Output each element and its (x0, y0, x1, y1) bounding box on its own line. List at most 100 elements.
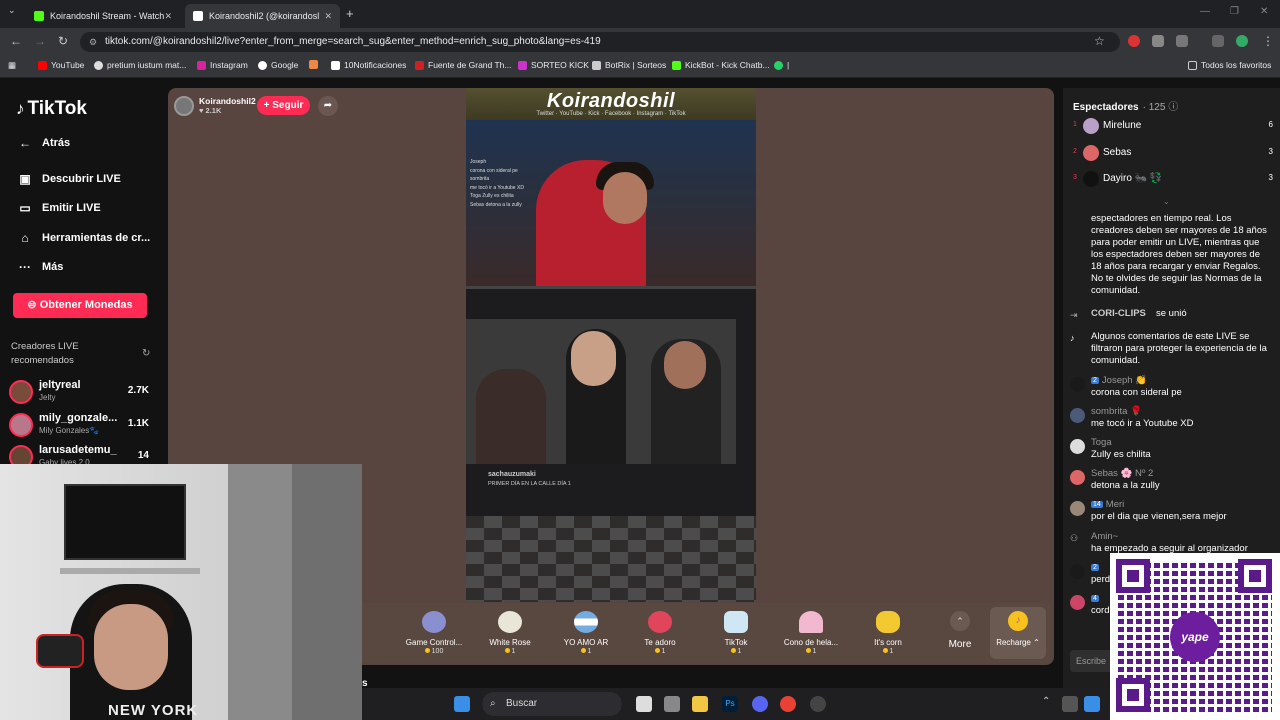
chevron-up-icon[interactable]: ⌃ (1042, 696, 1058, 712)
reload-icon[interactable]: ↻ (58, 34, 68, 48)
more-dots-icon: ··· (19, 260, 31, 274)
chat-message[interactable]: 14 Meri por el dia que vienen,sera mejor (1069, 499, 1274, 525)
share-icon[interactable]: ➦ (318, 96, 338, 116)
refresh-icon[interactable]: ↻ (142, 348, 150, 359)
chat-message[interactable]: 2 Joseph 👏 corona con sideral pe (1069, 375, 1274, 401)
tab-tiktok[interactable]: Koirandoshil2 (@koirandosl ✕ (185, 4, 340, 28)
video-screen-share: sachauzumaki PRIMER DÍA EN LA CALLE DÍA … (466, 286, 756, 516)
apps-grid-icon[interactable]: ▦ (8, 60, 16, 71)
host-avatar[interactable] (174, 96, 194, 116)
avatar (1083, 118, 1099, 134)
gift-white-rose[interactable]: White Rose 1 (474, 611, 546, 655)
bookmark-fuente[interactable]: Fuente de Grand Th... (415, 60, 511, 70)
tiktok-logo[interactable]: ♪ TikTok (16, 98, 87, 120)
chat-message[interactable]: Sebas 🌸 Nº 2 detona a la zully (1069, 468, 1274, 494)
video-cam (466, 319, 736, 464)
bookmark-kickbot[interactable]: KickBot - Kick Chatb... (672, 60, 770, 70)
video-overlay-name: sachauzumaki (488, 471, 536, 478)
menu-kebab-icon[interactable]: ⋮ (1262, 34, 1274, 48)
app-icon[interactable] (664, 696, 680, 712)
shirt-text: NEW YORK (108, 702, 199, 719)
bookmark-star-icon[interactable]: ☆ (1094, 34, 1105, 48)
gift-te-adoro[interactable]: Te adoro 1 (624, 611, 696, 655)
video-banner: Koirandoshil Twitter · YouTube · Kick · … (466, 88, 756, 120)
recharge-button[interactable]: ♪ Recharge ⌃ (990, 607, 1046, 659)
windows-start-icon[interactable] (454, 696, 470, 712)
task-view-icon[interactable] (636, 696, 652, 712)
nav-creator-tools[interactable]: ⌂ Herramientas de cr... (16, 231, 150, 245)
video-chat-overlay: Joseph corona con sideral pe sombrita me… (470, 159, 524, 208)
gift-its-corn[interactable]: It's corn 1 (852, 611, 924, 655)
close-window-icon[interactable]: ✕ (1260, 6, 1268, 17)
live-video[interactable]: Koirandoshil Twitter · YouTube · Kick · … (466, 88, 756, 602)
person-left (476, 369, 546, 464)
argentina-heart-icon (574, 611, 598, 633)
coin-icon: ⊜ (27, 299, 40, 311)
tab-list-icon[interactable]: ⌄ (8, 5, 16, 16)
back-icon[interactable]: ← (10, 34, 22, 48)
tray-icon[interactable] (1062, 696, 1078, 712)
bookmark-colorful[interactable] (309, 60, 322, 69)
bookmark-pretium[interactable]: pretium iustum mat... (94, 60, 186, 70)
extensions-puzzle-icon[interactable] (1176, 35, 1188, 47)
bookmark-botrix[interactable]: BotRix | Sorteos (592, 60, 666, 70)
close-tab-icon[interactable]: ✕ (164, 11, 172, 22)
tray-icon[interactable] (1084, 696, 1100, 712)
maximize-icon[interactable]: ❐ (1230, 6, 1239, 17)
photoshop-icon[interactable]: Ps (722, 696, 738, 712)
bookmark-10notificaciones[interactable]: 10Notificaciones (331, 60, 406, 70)
bookmark-youtube[interactable]: YouTube (38, 60, 84, 70)
nav-go-live[interactable]: ▭ Emitir LIVE (16, 201, 100, 215)
forward-icon[interactable]: → (34, 34, 46, 48)
tab-kick[interactable]: Koirandoshil Stream - Watch Li ✕ (26, 4, 180, 28)
minimize-icon[interactable]: — (1200, 6, 1210, 17)
creator-item[interactable]: jeltyreal Jelty 2.7K (9, 378, 159, 408)
extension-icon[interactable] (1128, 35, 1140, 47)
bookmark-whatsapp[interactable]: | (774, 60, 789, 70)
avatar (1070, 439, 1085, 454)
follow-button[interactable]: + Seguir (257, 96, 310, 115)
bookmark-sorteo-kick[interactable]: SORTEO KICK (518, 60, 589, 70)
more-gifts-button[interactable]: ⌃ More (942, 611, 978, 650)
creator-item[interactable]: mily_gonzale... Mily Gonzales🐾 1.1K (9, 411, 159, 441)
url-field[interactable]: ⚙ tiktok.com/@koirandoshil2/live?enter_f… (80, 32, 1120, 52)
microphone (36, 634, 84, 668)
bookmark-google[interactable]: Google (258, 60, 298, 70)
info-icon[interactable]: ⓘ (1168, 102, 1178, 113)
new-tab-icon[interactable]: + (346, 6, 354, 21)
taskbar-search[interactable]: ⌕ Buscar (482, 692, 622, 716)
viewer-row[interactable]: 2 Sebas 3 (1073, 144, 1273, 164)
nav-discover-live[interactable]: ▣ Descubrir LIVE (16, 172, 121, 186)
nav-more[interactable]: ··· Más (16, 260, 63, 274)
site-info-icon[interactable]: ⚙ (89, 32, 97, 52)
streamer-webcam: NEW YORK (0, 464, 362, 720)
all-favorites[interactable]: Todos los favoritos (1188, 60, 1271, 70)
chat-message[interactable]: sombrita 🌹 me tocó ir a Youtube XD (1069, 406, 1274, 432)
bookmark-instagram[interactable]: Instagram (197, 60, 248, 70)
app-icon[interactable] (810, 696, 826, 712)
host-info[interactable]: Koirandoshil2 ♥ 2.1K (174, 94, 256, 118)
nav-back[interactable]: ← Atrás (16, 136, 70, 150)
viewer-row[interactable]: 1 Mirelune 6 (1073, 117, 1273, 137)
tv (64, 484, 186, 560)
calendar-live-icon: ▣ (19, 172, 31, 186)
gift-yo-amo-ar[interactable]: YO AMO AR 1 (550, 611, 622, 655)
file-explorer-icon[interactable] (692, 696, 708, 712)
chat-message[interactable]: Toga Zully es chilita (1069, 437, 1274, 463)
media-control-icon[interactable] (1212, 35, 1224, 47)
discord-icon[interactable] (752, 696, 768, 712)
gift-tiktok[interactable]: TikTok 1 (700, 611, 772, 655)
face (94, 604, 168, 690)
extension-icon[interactable] (1152, 35, 1164, 47)
gift-ice-cream[interactable]: Cono de hela... 1 (775, 611, 847, 655)
chevron-up-icon: ⌃ (950, 611, 970, 631)
close-tab-icon[interactable]: ✕ (324, 11, 332, 22)
profile-avatar[interactable] (1236, 35, 1248, 47)
camera-icon: ▭ (19, 201, 31, 215)
chrome-icon[interactable] (780, 696, 796, 712)
get-coins-button[interactable]: ⊜ Obtener Monedas (13, 293, 147, 318)
gift-game-controller[interactable]: Game Control... 100 (398, 611, 470, 655)
chevron-down-icon[interactable]: ⌄ (1163, 197, 1170, 206)
viewer-row[interactable]: 3 Dayiro 🐜 💱 3 (1073, 170, 1273, 190)
tab-title: Koirandoshil Stream - Watch Li (50, 11, 165, 21)
